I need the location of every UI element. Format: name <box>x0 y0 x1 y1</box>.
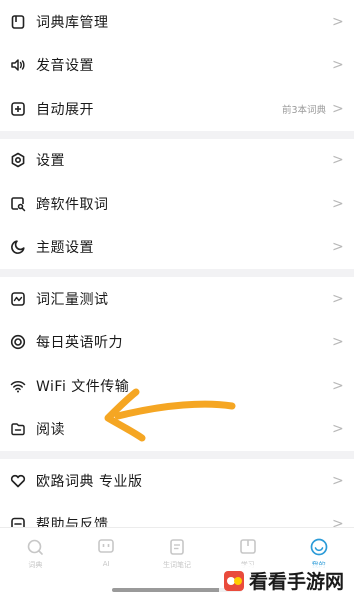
speaker-icon <box>10 57 26 73</box>
tab-label: AI <box>102 560 110 568</box>
notes-icon <box>168 538 186 556</box>
settings-row-value: 前3本词典 <box>281 104 326 116</box>
settings-row-label: 自动展开 <box>36 101 94 118</box>
dictionary-library-icon <box>10 14 26 30</box>
smiley-icon <box>310 538 328 556</box>
folder-icon <box>10 421 26 437</box>
tab-label: 生词笔记 <box>162 561 191 569</box>
settings-row-label: 词典库管理 <box>36 14 109 31</box>
chevron-right-icon: > <box>332 472 344 489</box>
vocabulary-test-icon <box>10 291 26 307</box>
settings-row[interactable]: 跨软件取词 > <box>0 182 354 226</box>
chevron-right-icon: > <box>332 152 344 169</box>
watermark-logo-icon <box>223 570 244 591</box>
settings-row[interactable]: 词汇量测试 > <box>0 277 354 321</box>
settings-row[interactable]: 自动展开 前3本词典 > <box>0 87 354 131</box>
chevron-right-icon: > <box>332 239 344 256</box>
study-icon <box>239 538 257 556</box>
settings-row-label: 词汇量测试 <box>36 291 109 308</box>
chevron-right-icon: > <box>332 334 344 351</box>
settings-row-label: 发音设置 <box>36 58 94 75</box>
heart-icon <box>10 473 26 489</box>
wifi-icon <box>10 378 26 394</box>
chevron-right-icon: > <box>332 13 344 30</box>
plus-square-icon <box>10 101 26 117</box>
watermark-text: 看看手游网 <box>248 571 344 593</box>
search-icon <box>26 538 44 556</box>
chevron-right-icon: > <box>332 100 344 117</box>
chevron-right-icon: > <box>332 421 344 438</box>
settings-row-label: 跨软件取词 <box>36 196 109 213</box>
settings-row[interactable]: 每日英语听力 > <box>0 321 354 365</box>
settings-row-label: 欧路词典 专业版 <box>36 473 143 490</box>
settings-group: 设置 > 跨软件取词 > 主题设置 > <box>0 138 354 270</box>
section-divider <box>0 269 354 277</box>
settings-row-label: 主题设置 <box>36 240 94 257</box>
orange-arrow-annotation <box>104 388 236 442</box>
settings-row[interactable]: 设置 > <box>0 139 354 183</box>
chevron-right-icon: > <box>332 195 344 212</box>
moon-icon <box>10 239 26 255</box>
settings-row[interactable]: 欧路词典 专业版 > <box>0 459 354 503</box>
search-square-icon <box>10 196 26 212</box>
tab-label: 词典 <box>28 561 43 569</box>
watermark: 看看手游网 <box>218 565 348 596</box>
headphones-icon <box>10 334 26 350</box>
settings-row[interactable]: 发音设置 > <box>0 44 354 88</box>
settings-group: 词典库管理 > 发音设置 > 自动展开 前3本词典 > <box>0 0 354 131</box>
settings-row-label: 设置 <box>36 153 65 170</box>
settings-row[interactable]: 主题设置 > <box>0 226 354 270</box>
section-divider <box>0 451 354 459</box>
settings-list: 词典库管理 > 发音设置 > 自动展开 前3本词典 > 设置 > 跨软件取词 > 主题设置 > 词汇量测试… <box>0 0 354 546</box>
gear-hex-icon <box>10 152 26 168</box>
settings-row[interactable]: 词典库管理 > <box>0 0 354 44</box>
section-divider <box>0 130 354 139</box>
ai-icon <box>97 538 115 556</box>
chevron-right-icon: > <box>332 377 344 394</box>
chevron-right-icon: > <box>332 57 344 74</box>
settings-row-label: 每日英语听力 <box>36 335 123 352</box>
tab-item[interactable]: 词典 <box>0 528 71 600</box>
chevron-right-icon: > <box>332 290 344 307</box>
